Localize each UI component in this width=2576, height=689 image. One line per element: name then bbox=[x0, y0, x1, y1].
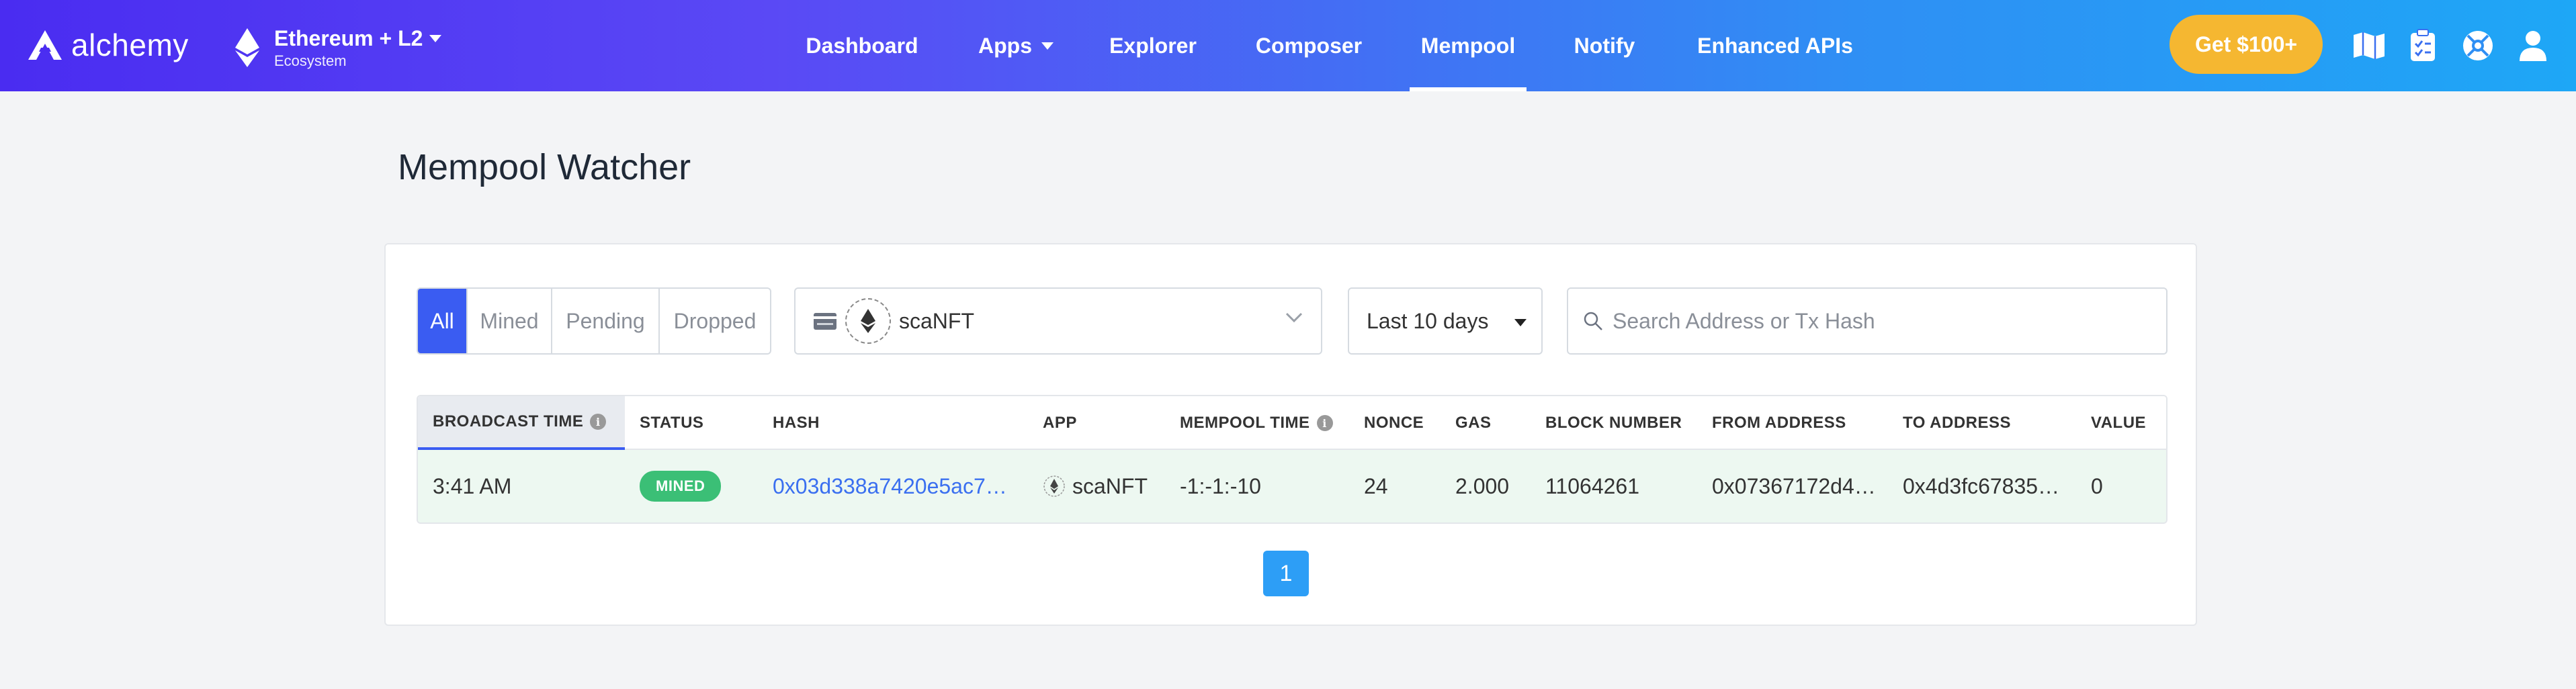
column-mempool-time-label: MEMPOOL TIME bbox=[1180, 414, 1310, 432]
cell-mempool-time: -1:-1:-10 bbox=[1180, 473, 1261, 498]
date-range-value: Last 10 days bbox=[1367, 308, 1489, 333]
app-select[interactable]: scaNFT bbox=[794, 287, 1322, 355]
alchemy-logo-icon bbox=[28, 30, 62, 60]
app-card-icon bbox=[814, 313, 836, 330]
column-gas[interactable]: GAS bbox=[1455, 396, 1492, 450]
mempool-card: All Mined Pending Dropped scaNFT Last 10… bbox=[384, 243, 2197, 626]
nav-composer[interactable]: Composer bbox=[1236, 0, 1381, 91]
nav-explorer-label: Explorer bbox=[1109, 33, 1197, 58]
brand-name: alchemy bbox=[71, 28, 189, 62]
transactions-table: BROADCAST TIME i STATUS HASH APP MEMPOOL … bbox=[417, 395, 2167, 524]
status-tab-pending[interactable]: Pending bbox=[552, 289, 660, 353]
search-icon bbox=[1584, 312, 1602, 330]
info-icon: i bbox=[590, 414, 607, 430]
chevron-down-icon bbox=[429, 34, 442, 42]
column-block-number[interactable]: BLOCK NUMBER bbox=[1545, 396, 1682, 450]
ethereum-icon bbox=[1043, 475, 1065, 497]
cell-app-name: scaNFT bbox=[1072, 473, 1148, 498]
column-status[interactable]: STATUS bbox=[640, 396, 703, 450]
support-icon[interactable] bbox=[2460, 28, 2495, 63]
nav-composer-label: Composer bbox=[1255, 33, 1363, 58]
column-to-address[interactable]: TO ADDRESS bbox=[1903, 396, 2011, 450]
cell-hash: 0x03d338a7420e5ac7… bbox=[773, 450, 1015, 522]
clipboard-icon[interactable] bbox=[2405, 28, 2440, 63]
info-icon: i bbox=[1316, 415, 1333, 431]
network-switcher[interactable]: Ethereum + L2 Ecosystem bbox=[235, 24, 442, 71]
page-title: Mempool Watcher bbox=[398, 147, 691, 187]
nav-mempool[interactable]: Mempool bbox=[1410, 0, 1527, 91]
column-from-address[interactable]: FROM ADDRESS bbox=[1712, 396, 1846, 450]
status-tab-mined[interactable]: Mined bbox=[468, 289, 552, 353]
ethereum-icon bbox=[845, 298, 891, 344]
cell-to-address: 0x4d3fc67835… bbox=[1903, 473, 2060, 498]
column-app[interactable]: APP bbox=[1043, 396, 1077, 450]
ethereum-icon bbox=[235, 28, 259, 67]
column-broadcast-time-label: BROADCAST TIME bbox=[433, 412, 584, 430]
status-tab-dropped[interactable]: Dropped bbox=[660, 289, 770, 353]
nav-enhanced-apis[interactable]: Enhanced APIs bbox=[1682, 0, 1868, 91]
alchemy-logo[interactable]: alchemy bbox=[27, 23, 189, 67]
network-subtitle: Ecosystem bbox=[274, 52, 347, 69]
nav-dashboard[interactable]: Dashboard bbox=[793, 0, 931, 91]
status-tab-all[interactable]: All bbox=[418, 289, 468, 353]
nav-notify-label: Notify bbox=[1574, 33, 1635, 58]
user-icon[interactable] bbox=[2516, 28, 2550, 63]
top-navbar: alchemy Ethereum + L2 Ecosystem Dashboar… bbox=[0, 0, 2576, 91]
cell-broadcast-time: 3:41 AM bbox=[433, 473, 512, 498]
nav-explorer[interactable]: Explorer bbox=[1095, 0, 1211, 91]
table-row[interactable]: 3:41 AM MINED 0x03d338a7420e5ac7… scaNFT… bbox=[418, 450, 2166, 522]
search-input[interactable] bbox=[1613, 308, 2150, 334]
column-broadcast-time[interactable]: BROADCAST TIME i bbox=[418, 396, 625, 450]
column-nonce[interactable]: NONCE bbox=[1364, 396, 1424, 450]
chevron-down-icon bbox=[1285, 312, 1303, 323]
nav-mempool-label: Mempool bbox=[1420, 33, 1516, 58]
cell-status: MINED bbox=[640, 450, 722, 522]
caret-down-icon bbox=[1514, 319, 1527, 326]
nav-notify[interactable]: Notify bbox=[1555, 0, 1654, 91]
map-icon[interactable] bbox=[2352, 28, 2387, 63]
date-range-select[interactable]: Last 10 days bbox=[1348, 287, 1543, 355]
search-box bbox=[1567, 287, 2167, 355]
app-select-value: scaNFT bbox=[899, 308, 974, 333]
status-badge: MINED bbox=[640, 471, 722, 502]
column-hash[interactable]: HASH bbox=[773, 396, 820, 450]
status-filter-tabs: All Mined Pending Dropped bbox=[417, 287, 771, 355]
pagination-page-1[interactable]: 1 bbox=[1263, 551, 1309, 596]
nav-apps[interactable]: Apps bbox=[962, 0, 1070, 91]
nav-enhanced-apis-label: Enhanced APIs bbox=[1697, 33, 1853, 58]
get-credit-button[interactable]: Get $100+ bbox=[2170, 15, 2323, 74]
column-mempool-time[interactable]: MEMPOOL TIME i bbox=[1180, 396, 1333, 450]
table-header: BROADCAST TIME i STATUS HASH APP MEMPOOL … bbox=[418, 396, 2166, 450]
network-name: Ethereum + L2 bbox=[274, 26, 423, 50]
cell-block-number: 11064261 bbox=[1545, 473, 1639, 498]
chevron-down-icon bbox=[1041, 42, 1054, 50]
cell-gas: 2.000 bbox=[1455, 473, 1510, 498]
cell-app: scaNFT bbox=[1043, 450, 1148, 522]
tx-hash-link[interactable]: 0x03d338a7420e5ac7… bbox=[773, 474, 1007, 499]
cell-value: 0 bbox=[2091, 473, 2103, 498]
nav-apps-label: Apps bbox=[978, 33, 1032, 58]
cell-from-address: 0x07367172d4… bbox=[1712, 473, 1876, 498]
nav-dashboard-label: Dashboard bbox=[806, 33, 918, 58]
column-value[interactable]: VALUE bbox=[2091, 396, 2146, 450]
cell-nonce: 24 bbox=[1364, 473, 1388, 498]
